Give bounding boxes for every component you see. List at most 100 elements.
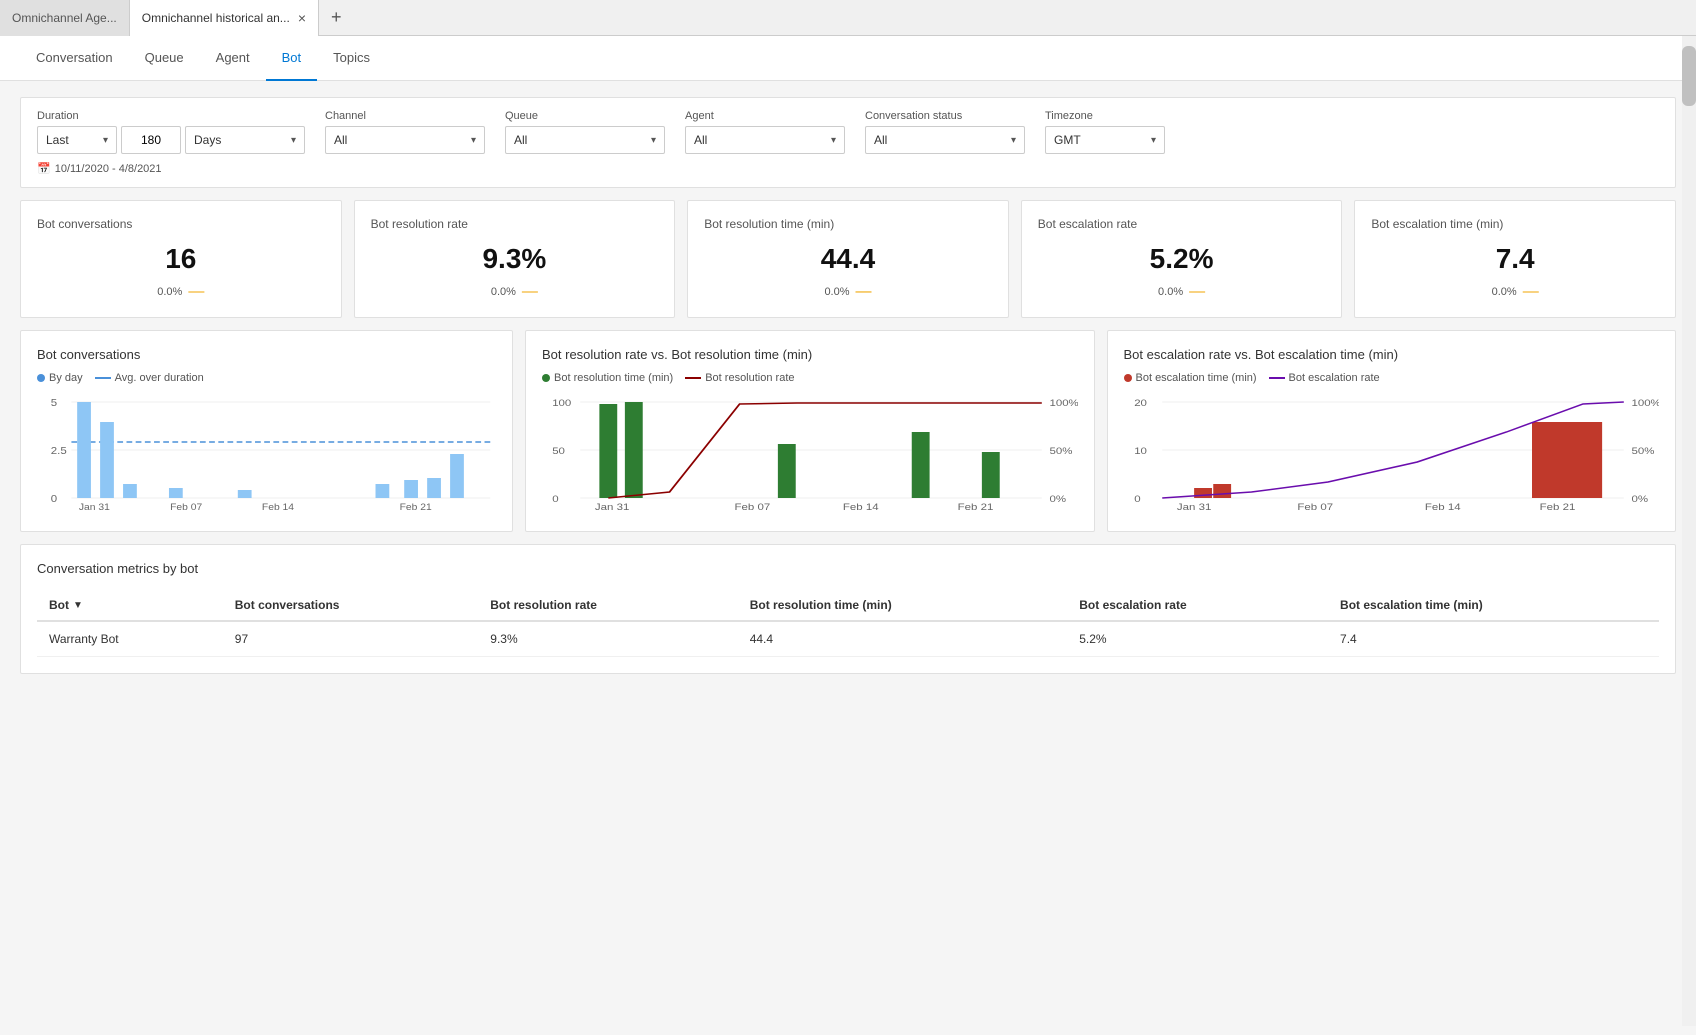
td-escalation-time: 7.4 (1328, 621, 1659, 657)
trend-dash-icon: — (188, 283, 204, 301)
escalation-time-dot-icon (1124, 374, 1132, 382)
kpi-change-4: 0.0% — (1371, 283, 1659, 301)
svg-text:Feb 14: Feb 14 (262, 503, 295, 512)
resolution-rate-line-icon (685, 377, 701, 379)
legend-escalation-rate: Bot escalation rate (1269, 372, 1380, 384)
svg-text:50%: 50% (1631, 447, 1654, 457)
queue-select[interactable]: All ▾ (505, 126, 665, 154)
legend-escalation-time: Bot escalation time (min) (1124, 372, 1257, 384)
duration-unit-select[interactable]: Days ▾ (185, 126, 305, 154)
chart3-legend: Bot escalation time (min) Bot escalation… (1124, 372, 1660, 384)
duration-filter: Duration Last ▾ Days ▾ (37, 110, 305, 154)
conversation-metrics-table: Conversation metrics by bot Bot ▼ Bot co… (20, 544, 1676, 674)
legend-resolution-time: Bot resolution time (min) (542, 372, 673, 384)
channel-select[interactable]: All ▾ (325, 126, 485, 154)
tab-close-button[interactable]: × (298, 10, 306, 26)
by-day-dot-icon (37, 374, 45, 382)
svg-text:50%: 50% (1049, 447, 1072, 457)
new-tab-button[interactable]: + (323, 7, 350, 28)
timezone-select[interactable]: GMT ▾ (1045, 126, 1165, 154)
duration-value-input[interactable] (121, 126, 181, 154)
avg-dash-icon (95, 377, 111, 379)
kpi-value-3: 5.2% (1038, 243, 1326, 275)
timezone-filter: Timezone GMT ▾ (1045, 110, 1165, 154)
scrollbar-thumb[interactable] (1682, 46, 1696, 106)
chevron-down-icon: ▾ (1151, 135, 1156, 146)
kpi-bot-resolution-time: Bot resolution time (min) 44.4 0.0% — (687, 200, 1009, 318)
svg-text:10: 10 (1134, 447, 1147, 457)
svg-text:Feb 14: Feb 14 (1424, 503, 1460, 512)
svg-text:Feb 07: Feb 07 (735, 503, 771, 512)
trend-dash-icon: — (1523, 283, 1539, 301)
svg-text:Feb 14: Feb 14 (843, 503, 879, 512)
tab-bot[interactable]: Bot (266, 36, 318, 81)
td-conversations: 97 (223, 621, 479, 657)
tab-active[interactable]: Omnichannel historical an... × (130, 0, 319, 36)
svg-text:5: 5 (51, 398, 57, 409)
svg-text:0: 0 (1134, 495, 1141, 505)
svg-text:Feb 21: Feb 21 (958, 503, 994, 512)
svg-text:0%: 0% (1631, 495, 1648, 505)
agent-label: Agent (685, 110, 845, 122)
legend-by-day: By day (37, 372, 83, 384)
chevron-down-icon: ▾ (103, 135, 108, 146)
th-escalation-time: Bot escalation time (min) (1328, 590, 1659, 621)
kpi-title-2: Bot resolution time (min) (704, 217, 992, 231)
svg-text:2.5: 2.5 (51, 446, 67, 457)
table-row: Warranty Bot 97 9.3% 44.4 5.2% 7.4 (37, 621, 1659, 657)
svg-text:Feb 07: Feb 07 (1297, 503, 1333, 512)
kpi-value-4: 7.4 (1371, 243, 1659, 275)
kpi-bot-conversations: Bot conversations 16 0.0% — (20, 200, 342, 318)
svg-text:Jan 31: Jan 31 (595, 503, 630, 512)
tab-agent[interactable]: Agent (200, 36, 266, 81)
escalation-rate-line-icon (1269, 377, 1285, 379)
agent-select[interactable]: All ▾ (685, 126, 845, 154)
chart3-title: Bot escalation rate vs. Bot escalation t… (1124, 347, 1660, 362)
tab-inactive[interactable]: Omnichannel Age... (0, 0, 130, 36)
tab-queue[interactable]: Queue (129, 36, 200, 81)
browser-chrome: Omnichannel Age... Omnichannel historica… (0, 0, 1696, 36)
channel-filter: Channel All ▾ (325, 110, 485, 154)
tab-conversation[interactable]: Conversation (20, 36, 129, 81)
svg-text:Jan 31: Jan 31 (1176, 503, 1211, 512)
svg-text:20: 20 (1134, 399, 1147, 409)
conv-status-label: Conversation status (865, 110, 1025, 122)
chart2-legend: Bot resolution time (min) Bot resolution… (542, 372, 1078, 384)
th-resolution-rate: Bot resolution rate (478, 590, 737, 621)
chevron-down-icon: ▾ (651, 135, 656, 146)
conv-status-select[interactable]: All ▾ (865, 126, 1025, 154)
svg-text:Feb 21: Feb 21 (400, 503, 432, 512)
scrollbar[interactable] (1682, 36, 1696, 1026)
th-escalation-rate: Bot escalation rate (1067, 590, 1328, 621)
channel-label: Channel (325, 110, 485, 122)
svg-text:Jan 31: Jan 31 (79, 503, 110, 512)
chart3-area: 20 10 0 100% 50% 0% (1124, 392, 1660, 515)
chart2-title: Bot resolution rate vs. Bot resolution t… (542, 347, 1078, 362)
svg-text:100: 100 (552, 399, 571, 409)
sort-icon[interactable]: ▼ (73, 600, 83, 611)
svg-text:0: 0 (552, 495, 559, 505)
kpi-bot-resolution-rate: Bot resolution rate 9.3% 0.0% — (354, 200, 676, 318)
kpi-value-1: 9.3% (371, 243, 659, 275)
kpi-value-2: 44.4 (704, 243, 992, 275)
kpi-title-3: Bot escalation rate (1038, 217, 1326, 231)
tab-topics[interactable]: Topics (317, 36, 386, 81)
metrics-table: Bot ▼ Bot conversations Bot resolution r… (37, 590, 1659, 657)
duration-preset-select[interactable]: Last ▾ (37, 126, 117, 154)
svg-text:100%: 100% (1049, 399, 1077, 409)
svg-text:Feb 21: Feb 21 (1539, 503, 1575, 512)
nav-tabs: Conversation Queue Agent Bot Topics (0, 36, 1696, 81)
legend-resolution-rate: Bot resolution rate (685, 372, 794, 384)
table-title: Conversation metrics by bot (37, 561, 1659, 576)
td-resolution-time: 44.4 (738, 621, 1068, 657)
td-escalation-rate: 5.2% (1067, 621, 1328, 657)
queue-label: Queue (505, 110, 665, 122)
svg-text:50: 50 (552, 447, 565, 457)
chevron-down-icon: ▾ (1011, 135, 1016, 146)
kpi-change-3: 0.0% — (1038, 283, 1326, 301)
chart-bot-escalation: Bot escalation rate vs. Bot escalation t… (1107, 330, 1677, 532)
svg-text:0: 0 (51, 494, 57, 505)
chart1-legend: By day Avg. over duration (37, 372, 496, 384)
table-header-row: Bot ▼ Bot conversations Bot resolution r… (37, 590, 1659, 621)
kpi-change-2: 0.0% — (704, 283, 992, 301)
